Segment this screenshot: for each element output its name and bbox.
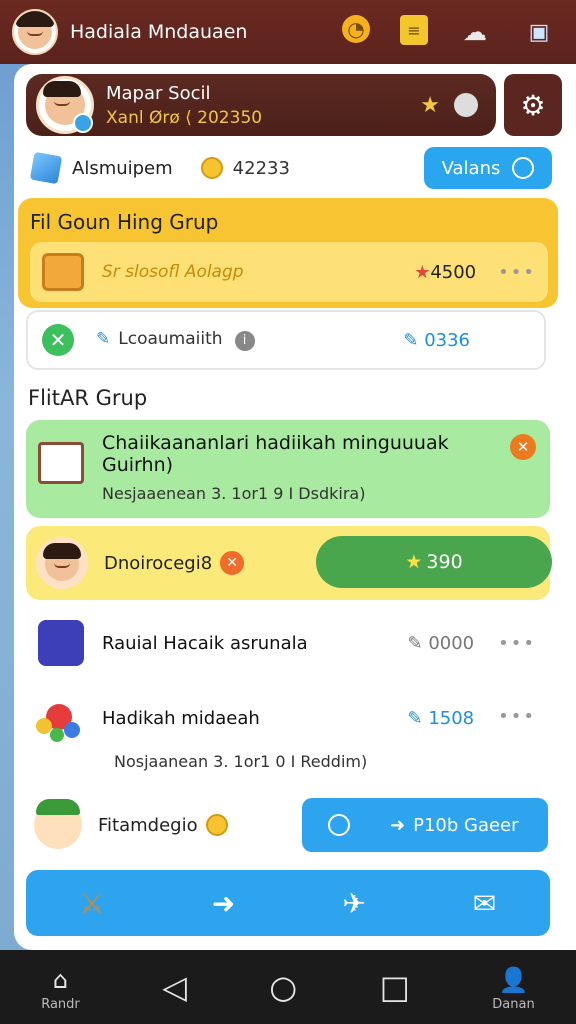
nav-recents[interactable]: □ bbox=[380, 970, 410, 1004]
treasure-chest-icon bbox=[42, 253, 84, 291]
pen-icon: ✎ bbox=[96, 329, 111, 350]
profile-name: Mapar Socil bbox=[106, 82, 211, 104]
more-options-button[interactable]: ••• bbox=[498, 633, 536, 654]
coin-value: 42233 bbox=[232, 157, 290, 179]
circle-home-icon: ○ bbox=[269, 968, 298, 1006]
remove-icon[interactable]: ✕ bbox=[220, 551, 245, 575]
list-item-value: 1508 bbox=[428, 708, 475, 729]
list-item[interactable]: Rauial Hacaik asrunala ✎ 0000 ••• bbox=[26, 610, 550, 676]
more-options-button[interactable]: ••• bbox=[498, 262, 536, 283]
settings-button[interactable]: ⚙ bbox=[504, 74, 562, 136]
star-icon: ★ bbox=[405, 551, 423, 573]
list-item-title: Hadikah midaeah bbox=[102, 708, 260, 729]
claim-button[interactable]: ➜ P10b Gaeer bbox=[302, 798, 548, 852]
bottom-player-row[interactable]: Fitamdegio ➜ P10b Gaeer bbox=[26, 794, 550, 856]
app-tile-icon bbox=[38, 620, 84, 666]
list-item[interactable]: Hadikah midaeah ✎ 1508 ••• Nosjaanean 3.… bbox=[26, 680, 550, 784]
claim-button-label: P10b Gaeer bbox=[413, 814, 519, 836]
close-icon[interactable]: ✕ bbox=[42, 324, 74, 356]
verified-badge-icon bbox=[73, 113, 93, 133]
system-nav-bar: ⌂ Randr ◁ ○ □ 👤 Danan bbox=[0, 950, 576, 1024]
ledger-icon[interactable]: ≡ bbox=[400, 15, 428, 45]
valans-button-label: Valans bbox=[441, 157, 501, 179]
nav-profile-label: Danan bbox=[492, 996, 535, 1012]
challenge-title: Chaiikaananlari hadiikah minguuuak Guirh… bbox=[102, 432, 449, 476]
more-options-button[interactable]: ••• bbox=[498, 706, 536, 727]
person-icon: 👤 bbox=[498, 965, 529, 994]
resource-row: Alsmuipem 42233 Valans bbox=[29, 146, 552, 190]
status-text: Lcoaumaiith bbox=[118, 329, 223, 350]
gold-group-title: Fil Goun Hing Grup bbox=[30, 210, 219, 234]
document-icon bbox=[38, 442, 84, 484]
cube-icon bbox=[29, 151, 63, 185]
score-button[interactable]: ★ 390 bbox=[316, 536, 552, 588]
elf-avatar bbox=[34, 799, 82, 849]
timer-icon[interactable]: ◔ bbox=[342, 15, 370, 43]
nav-back[interactable]: ◁ bbox=[162, 970, 187, 1004]
nav-home-circle[interactable]: ○ bbox=[269, 970, 297, 1004]
compass-icon bbox=[512, 157, 535, 179]
box-icon[interactable]: ▣ bbox=[522, 15, 556, 49]
main-panel: Mapar Socil Xanl Ørø ⟨ 202350 ★ ⚙ Alsmui… bbox=[14, 64, 576, 950]
arrow-right-icon: ➜ bbox=[390, 814, 406, 836]
profile-subtitle: Xanl Ørø ⟨ 202350 bbox=[106, 107, 263, 128]
gold-reward-value: 4500 bbox=[430, 261, 477, 283]
nav-home[interactable]: ⌂ Randr bbox=[41, 963, 80, 1012]
ticket-icon: ✎ bbox=[403, 329, 425, 351]
back-icon: ◁ bbox=[162, 968, 187, 1006]
player-name: Dnoirocegi8 bbox=[104, 552, 213, 574]
chat-icon[interactable] bbox=[454, 92, 478, 117]
resource-label: Alsmuipem bbox=[72, 157, 173, 179]
info-icon[interactable]: i bbox=[234, 330, 255, 351]
player-card[interactable]: Dnoirocegi8 ✕ ★ 390 bbox=[26, 526, 552, 600]
list-item-value: 0000 bbox=[428, 632, 475, 654]
recents-icon: □ bbox=[379, 968, 410, 1006]
dismiss-icon[interactable]: ✕ bbox=[510, 434, 536, 460]
inbox-icon[interactable]: ✉ bbox=[473, 887, 496, 920]
nav-home-label: Randr bbox=[41, 996, 80, 1012]
top-bar: Hadiala Mndauaen ◔ ≡ ☁ ▣ bbox=[0, 0, 576, 64]
user-avatar[interactable] bbox=[12, 9, 58, 55]
list-item-title: Rauial Hacaik asrunala bbox=[102, 632, 308, 654]
coin-icon bbox=[200, 157, 223, 179]
profile-avatar bbox=[36, 76, 94, 134]
action-bar: ⚔ ➜ ✈ ✉ bbox=[26, 870, 550, 936]
player-avatar bbox=[36, 537, 88, 589]
list-item-subtitle: Nosjaanean 3. 1or1 0 I Reddim) bbox=[114, 752, 368, 771]
home-icon: ⌂ bbox=[52, 965, 69, 994]
bottom-player-name: Fitamdegio bbox=[98, 814, 198, 836]
ticket-icon: ✎ bbox=[407, 708, 429, 729]
group-section-title: FlitAR Grup bbox=[28, 386, 148, 410]
star-icon: ★ bbox=[414, 261, 431, 283]
profile-card[interactable]: Mapar Socil Xanl Ørø ⟨ 202350 ★ bbox=[26, 74, 496, 136]
gift-icon bbox=[34, 696, 84, 746]
nav-profile[interactable]: 👤 Danan bbox=[492, 963, 534, 1012]
challenge-card[interactable]: Chaiikaananlari hadiikah minguuuak Guirh… bbox=[26, 420, 550, 518]
share-icon[interactable]: ✈ bbox=[342, 887, 365, 920]
clock-icon bbox=[328, 814, 350, 836]
gold-group-card: Fil Goun Hing Grup Sr slosofl Aolagp ★45… bbox=[18, 198, 558, 308]
app-title: Hadiala Mndauaen bbox=[70, 21, 248, 43]
cloud-icon[interactable]: ☁ bbox=[458, 15, 492, 49]
status-value: 0336 bbox=[424, 329, 470, 351]
gear-icon: ⚙ bbox=[520, 88, 546, 122]
sword-icon[interactable]: ⚔ bbox=[80, 887, 105, 920]
gold-reward-row[interactable]: Sr slosofl Aolagp ★4500 ••• bbox=[30, 242, 548, 302]
player-score: 390 bbox=[426, 551, 463, 573]
gold-reward-text: Sr slosofl Aolagp bbox=[102, 262, 244, 282]
challenge-subtitle: Nesjaaenean 3. 1or1 9 I Dsdkira) bbox=[102, 484, 366, 503]
coin-icon bbox=[205, 814, 228, 836]
pen-icon: ✎ bbox=[407, 632, 429, 654]
star-icon[interactable]: ★ bbox=[420, 93, 440, 118]
forward-icon[interactable]: ➜ bbox=[212, 887, 235, 920]
valans-button[interactable]: Valans bbox=[424, 147, 552, 189]
status-row[interactable]: ✕ ✎ Lcoaumaiith i ✎ 0336 bbox=[26, 310, 546, 370]
